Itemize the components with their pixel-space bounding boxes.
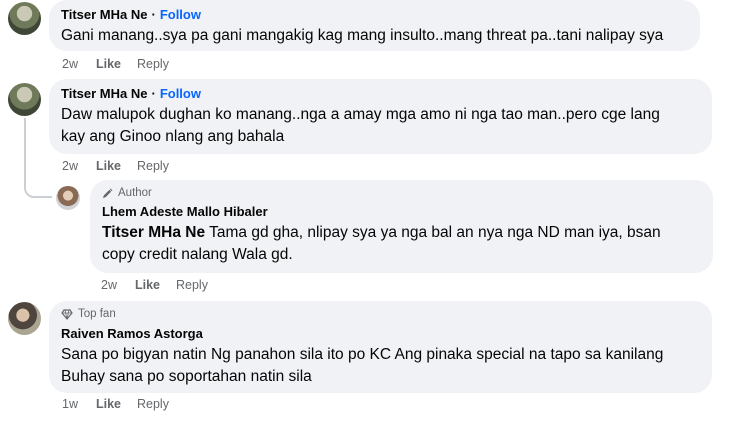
avatar[interactable]: [56, 186, 80, 210]
comment-text: Tama gd gha, nlipay sya ya nga bal an ny…: [205, 224, 661, 241]
follow-button[interactable]: Follow: [160, 85, 201, 102]
comment-timestamp[interactable]: 1w: [62, 396, 78, 412]
reply-button[interactable]: Reply: [137, 56, 169, 72]
reply-bubble: Author Lhem Adeste Mallo Hibaler Titser …: [90, 180, 713, 273]
comment-timestamp[interactable]: 2w: [101, 277, 117, 293]
comment-author[interactable]: Raiven Ramos Astorga: [61, 325, 203, 342]
avatar[interactable]: [8, 2, 41, 35]
comment-timestamp[interactable]: 2w: [62, 56, 78, 72]
reply-button[interactable]: Reply: [176, 277, 208, 293]
comment-text-line: copy credit nalang Wala gd.: [102, 246, 293, 263]
comment-author[interactable]: Titser MHa Ne: [61, 6, 147, 23]
follow-button[interactable]: Follow: [160, 6, 201, 23]
mention-link[interactable]: Titser MHa Ne: [102, 224, 205, 241]
like-button[interactable]: Like: [96, 396, 121, 412]
comment-text-line: kay ang Ginoo nlang ang bahala: [61, 128, 285, 145]
avatar[interactable]: [8, 302, 41, 335]
like-button[interactable]: Like: [96, 56, 121, 72]
comment-text: Gani manang..sya pa gani mangakig kag ma…: [61, 27, 664, 44]
comment-actions: 2w Like Reply: [62, 56, 169, 72]
separator-dot: ·: [151, 86, 156, 101]
author-badge: Author: [118, 187, 152, 199]
top-fan-badge: Top fan: [78, 308, 116, 320]
reply-button[interactable]: Reply: [137, 396, 169, 412]
comment-text-line: Sana po bigyan natin Ng panahon sila ito…: [61, 346, 664, 363]
comment-timestamp[interactable]: 2w: [62, 158, 78, 174]
like-button[interactable]: Like: [96, 158, 121, 174]
comment-actions: 1w Like Reply: [62, 396, 169, 412]
separator-dot: ·: [151, 7, 156, 22]
comment-bubble: Titser MHa Ne · Follow Gani manang..sya …: [49, 0, 700, 51]
like-button[interactable]: Like: [135, 277, 160, 293]
comment-bubble: Titser MHa Ne · Follow Daw malupok dugha…: [49, 79, 712, 154]
pen-icon: [102, 188, 113, 198]
avatar[interactable]: [8, 83, 41, 116]
comment-text-line: Daw malupok dughan ko manang..nga a amay…: [61, 106, 660, 123]
thread-connector: [24, 170, 52, 198]
comment-text-line: Buhay sana po soportahan natin sila: [61, 368, 312, 385]
comment-author[interactable]: Titser MHa Ne: [61, 85, 147, 102]
comment-actions: 2w Like Reply: [101, 277, 208, 293]
comment-actions: 2w Like Reply: [62, 158, 169, 174]
comment-author[interactable]: Lhem Adeste Mallo Hibaler: [102, 203, 268, 220]
reply-button[interactable]: Reply: [137, 158, 169, 174]
diamond-icon: [61, 308, 73, 320]
comment-text-line: Titser MHa Ne Tama gd gha, nlipay sya ya…: [102, 222, 701, 244]
comment-bubble: Top fan Raiven Ramos Astorga Sana po big…: [49, 301, 712, 393]
